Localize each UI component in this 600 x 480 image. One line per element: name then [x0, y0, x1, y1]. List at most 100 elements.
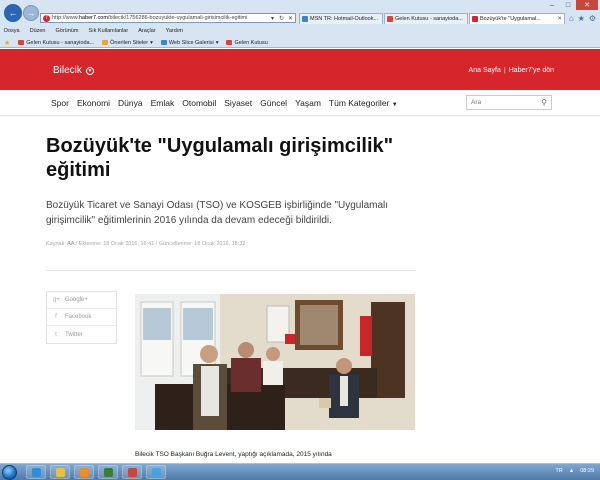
header-link-separator: | — [503, 67, 506, 74]
gear-icon[interactable]: ⚙ — [589, 14, 596, 23]
category-item[interactable]: Dünya — [118, 98, 143, 108]
favorite-site-icon — [160, 40, 167, 45]
favorite-site-icon — [102, 40, 109, 45]
back-button[interactable]: ← — [4, 4, 22, 22]
url-domain: haber7.com — [78, 15, 108, 21]
meta-dates: / Eklenme: 18 Ocak 2016, 16:41 / Güncell… — [75, 241, 246, 247]
article-photo — [135, 294, 415, 430]
browser-tab[interactable]: Bozüyük'te "Uygulamal... ✕ — [469, 13, 565, 24]
brand-label: Bilecik — [53, 65, 82, 76]
menu-item[interactable]: Araçlar — [138, 28, 155, 34]
maximize-button[interactable]: □ — [560, 0, 576, 10]
google-plus-icon: g+ — [53, 297, 60, 303]
close-window-button[interactable]: ✕ — [576, 0, 598, 10]
clock[interactable]: 08:29 — [580, 468, 594, 474]
ie-icon — [31, 467, 41, 477]
haber7-link[interactable]: Haber7'ye dön — [509, 67, 554, 74]
tab-title: MSN TR: Hotmail-Outlook... — [310, 16, 379, 22]
category-item[interactable]: Yaşam — [295, 98, 321, 108]
favorite-site-icon — [18, 40, 25, 45]
taskbar-item-media[interactable] — [74, 465, 94, 479]
menu-item[interactable]: Dosya — [4, 28, 20, 34]
language-indicator[interactable]: TR — [555, 468, 562, 474]
favorites-item-label: Web Slice Galerisi — [168, 39, 214, 46]
brand-menu[interactable]: Bilecik ▼ — [53, 65, 94, 76]
url-path: /bilecik/1756286-bozuyukte-uygulamali-gi… — [107, 15, 248, 21]
meta-source-label: Kaynak: — [46, 241, 66, 247]
category-item[interactable]: Siyaset — [224, 98, 252, 108]
taskbar-item-explorer[interactable] — [50, 465, 70, 479]
start-button[interactable] — [2, 465, 17, 480]
menu-item[interactable]: Yardım — [166, 28, 183, 34]
meta-source[interactable]: AA — [67, 241, 74, 247]
minimize-button[interactable]: – — [544, 0, 560, 10]
taskbar-item-app-3[interactable] — [146, 465, 166, 479]
share-facebook-button[interactable]: f Facebook — [47, 309, 116, 326]
search-dropdown-icon[interactable]: ▾ — [268, 14, 277, 22]
chevron-down-icon: ▾ — [215, 39, 219, 46]
browser-nav-row: ← → 7 http://www.haber7.com/bilecik/1756… — [0, 0, 600, 26]
category-item[interactable]: Ekonomi — [77, 98, 110, 108]
share-label: Facebook — [65, 314, 92, 320]
refresh-icon[interactable]: ↻ — [277, 14, 286, 22]
site-favicon-icon: 7 — [43, 14, 50, 22]
favorites-item[interactable]: Önerilen Siteler ▾ — [102, 40, 153, 46]
all-categories-label: Tüm Kategoriler — [328, 98, 390, 108]
share-label: Google+ — [65, 297, 88, 303]
share-twitter-button[interactable]: t Twitter — [47, 326, 116, 343]
address-bar[interactable]: 7 http://www.haber7.com/bilecik/1756286-… — [40, 13, 296, 23]
chevron-down-icon: ▾ — [150, 39, 153, 46]
favorites-bar: ★ Gelen Kutusu - sanayioda... Önerilen Si… — [0, 37, 600, 48]
category-item[interactable]: Güncel — [260, 98, 287, 108]
menu-item[interactable]: Görünüm — [56, 28, 79, 34]
share-google-plus-button[interactable]: g+ Google+ — [47, 292, 116, 309]
search-box[interactable]: ⚲ — [466, 95, 552, 110]
article-body: Bilecik TSO Başkanı Buğra Levent, yaptığ… — [135, 451, 332, 458]
menu-item[interactable]: Sık Kullanılanlar — [88, 28, 128, 34]
media-player-icon — [79, 467, 89, 477]
favorites-item-label: Gelen Kutusu — [234, 39, 268, 46]
all-categories-menu[interactable]: Tüm Kategoriler ▼ — [329, 98, 398, 108]
home-link[interactable]: Ana Sayfa — [469, 67, 501, 74]
favorites-item[interactable]: Web Slice Galerisi ▾ — [160, 39, 219, 46]
search-icon[interactable]: ⚲ — [541, 98, 547, 107]
tray-arrow-icon[interactable]: ▲ — [569, 468, 574, 474]
twitter-icon: t — [55, 331, 57, 338]
tab-favicon-icon — [387, 16, 393, 22]
browser-tab[interactable]: MSN TR: Hotmail-Outlook... — [299, 13, 383, 24]
forward-button[interactable]: → — [23, 5, 39, 21]
window-controls: – □ ✕ — [544, 0, 598, 11]
category-item[interactable]: Spor — [51, 98, 69, 108]
menu-bar: Dosya Düzen Görünüm Sık Kullanılanlar Araçla… — [0, 26, 600, 36]
favorite-site-icon — [226, 40, 233, 45]
facebook-icon: f — [55, 314, 57, 320]
menu-item[interactable]: Düzen — [30, 28, 46, 34]
taskbar-item-ie[interactable] — [26, 465, 46, 479]
divider — [46, 270, 416, 271]
address-url[interactable]: http://www.haber7.com/bilecik/1756286-bo… — [52, 15, 268, 21]
system-tray: TR ▲ 08:29 — [555, 468, 594, 474]
article-meta: Kaynak: AA / Eklenme: 18 Ocak 2016, 16:4… — [46, 241, 245, 247]
back-arrow-icon: ← — [8, 8, 18, 18]
close-tab-icon[interactable]: ✕ — [557, 16, 562, 22]
stop-icon[interactable]: ✕ — [286, 14, 295, 22]
favorites-item[interactable]: Gelen Kutusu - sanayioda... — [18, 40, 94, 46]
url-prefix: http://www. — [52, 15, 79, 21]
forward-arrow-icon: → — [26, 8, 36, 18]
home-icon[interactable]: ⌂ — [569, 14, 574, 23]
favorites-star-icon[interactable]: ★ — [4, 39, 10, 47]
browser-chrome: ← → 7 http://www.haber7.com/bilecik/1756… — [0, 0, 600, 48]
site-header: Bilecik ▼ Ana Sayfa | Haber7'ye dön — [0, 49, 600, 90]
taskbar-item-app[interactable] — [98, 465, 118, 479]
chevron-down-icon: ▼ — [85, 66, 94, 75]
favorites-item-label: Gelen Kutusu - sanayioda... — [26, 39, 95, 46]
browser-tab[interactable]: Gelen Kutusu - sanayioda... — [384, 13, 468, 24]
category-item[interactable]: Otomobil — [182, 98, 216, 108]
favorites-item[interactable]: Gelen Kutusu — [226, 39, 268, 46]
category-item[interactable]: Emlak — [151, 98, 175, 108]
search-input[interactable] — [471, 99, 542, 106]
favorites-star-icon[interactable]: ★ — [578, 14, 585, 23]
taskbar-item-app-2[interactable] — [122, 465, 142, 479]
header-links: Ana Sayfa | Haber7'ye dön — [469, 67, 554, 74]
article-title: Bozüyük'te "Uygulamalı girişimcilik" eği… — [46, 135, 394, 181]
